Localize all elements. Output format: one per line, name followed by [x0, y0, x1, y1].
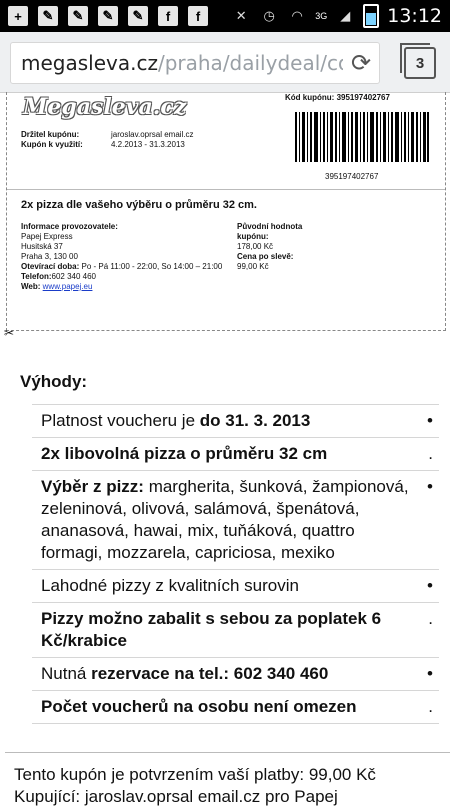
url-text[interactable]: megasleva.cz/praha/dailydeal/coupo [11, 51, 343, 75]
notification-icons: + ✎ ✎ ✎ ✎ f f [8, 6, 208, 26]
facebook-icon: f [188, 6, 208, 26]
alarm-icon: ◷ [263, 8, 275, 23]
holder-values: jaroslav.oprsal email.cz 4.2.2013 - 31.3… [111, 130, 194, 149]
coupon: Megasleva.cz Kód kupónu: 395197402767 39… [6, 92, 446, 331]
barcode-number: 395197402767 [325, 172, 379, 181]
value-info: Původní hodnota kupónu: 178,00 Kč Cena p… [237, 222, 303, 271]
network-type: 3G [315, 11, 328, 21]
chat-icon: ✎ [128, 6, 148, 26]
deal-title: 2x pizza dle vašeho výběru o průměru 32 … [21, 199, 257, 211]
browser-toolbar: megasleva.cz/praha/dailydeal/coupo ⟳ 3 [0, 32, 450, 93]
plus-icon: + [8, 6, 28, 26]
signal-icon: ◢ [340, 8, 351, 23]
list-item: Pizzy možno zabalit s sebou za poplatek … [32, 602, 439, 657]
holder-labels: Držitel kupónu: Kupón k využití: [21, 130, 83, 149]
battery-icon [363, 4, 380, 28]
coupon-code: Kód kupónu: 395197402767 [285, 93, 390, 102]
coupon-divider [7, 189, 445, 190]
benefits-title: Výhody: [20, 372, 88, 391]
url-field[interactable]: megasleva.cz/praha/dailydeal/coupo ⟳ [10, 42, 380, 84]
megasleva-logo: Megasleva.cz [23, 94, 187, 120]
clock: 13:12 [387, 5, 442, 27]
system-icons: ✕ ◷ ◠ 3G ◢ 13:12 [231, 4, 442, 28]
list-item: Výběr z pizz: margherita, šunková, žampi… [32, 470, 439, 569]
payment-confirmation: Tento kupón je potvrzením vaší platby: 9… [14, 765, 376, 784]
section-divider [5, 752, 450, 753]
provider-info: Informace provozovatele: Papej Express H… [21, 222, 223, 291]
list-item: Lahodné pizzy z kvalitních surovin • [32, 569, 439, 602]
status-bar: + ✎ ✎ ✎ ✎ f f ✕ ◷ ◠ 3G ◢ 13:12 [0, 0, 450, 32]
url-path: /praha/dailydeal/coupo [157, 51, 343, 75]
benefits-list: Platnost voucheru je do 31. 3. 2013 • 2x … [32, 404, 439, 724]
list-item: Platnost voucheru je do 31. 3. 2013 • [32, 404, 439, 437]
facebook-icon: f [158, 6, 178, 26]
list-item: 2x libovolná pizza o průměru 32 cm. [32, 437, 439, 470]
list-item: Nutná rezervace na tel.: 602 340 460 • [32, 657, 439, 690]
barcode [295, 112, 429, 162]
chat-icon: ✎ [68, 6, 88, 26]
tab-count: 3 [415, 54, 425, 72]
web-link[interactable]: www.papej.eu [43, 282, 93, 291]
mute-icon: ✕ [235, 8, 247, 23]
chat-icon: ✎ [38, 6, 58, 26]
scissors-icon: ✂ [4, 326, 15, 340]
tabs-button[interactable]: 3 [400, 43, 436, 79]
reload-icon[interactable]: ⟳ [343, 45, 379, 81]
url-domain: megasleva.cz [21, 51, 158, 75]
chat-icon: ✎ [98, 6, 118, 26]
list-item: Počet voucherů na osobu není omezen. [32, 690, 439, 724]
wifi-icon: ◠ [291, 8, 303, 23]
buyer-line: Kupující: jaroslav.oprsal email.cz pro P… [14, 787, 338, 806]
